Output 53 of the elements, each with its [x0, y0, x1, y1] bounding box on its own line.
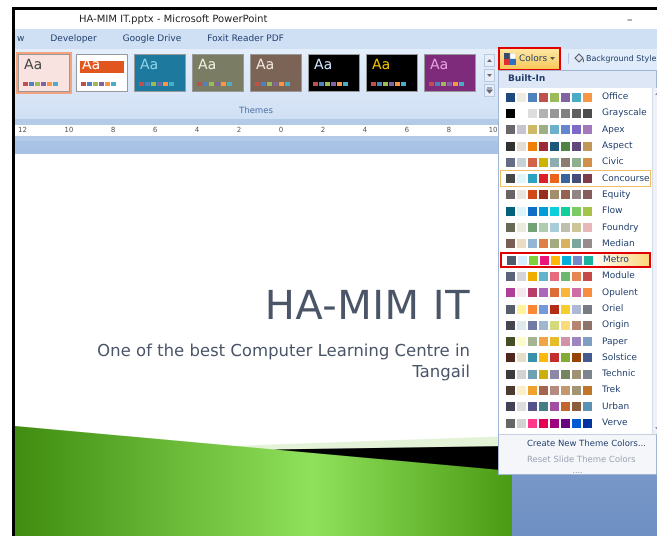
color-scheme-item[interactable]: Equity: [500, 186, 651, 204]
color-scheme-item[interactable]: Concourse: [500, 170, 651, 187]
theme-sample-text: Aa: [140, 57, 158, 75]
color-scheme-item[interactable]: Median: [500, 236, 651, 252]
theme-thumbnail[interactable]: Aa: [424, 54, 476, 92]
color-scheme-item[interactable]: Apex: [500, 122, 651, 138]
color-scheme-item[interactable]: Verve: [500, 414, 651, 432]
color-scheme-item[interactable]: Trek: [500, 382, 651, 399]
scroll-down-icon[interactable]: [484, 69, 495, 82]
color-scheme-item[interactable]: Technic: [500, 366, 651, 382]
color-scheme-item[interactable]: Urban: [500, 398, 651, 415]
theme-sample-text: Aa: [430, 57, 448, 75]
palette-icon: [504, 53, 516, 65]
color-scheme-item[interactable]: Metro: [500, 252, 651, 268]
menu-section-header: Built-In: [499, 71, 656, 88]
ribbon-tab[interactable]: Developer: [48, 33, 99, 45]
menu-item[interactable]: Create New Theme Colors...: [527, 439, 656, 449]
color-scheme-item[interactable]: Paper: [500, 333, 651, 350]
color-scheme-item[interactable]: Grayscale: [500, 105, 651, 122]
color-scheme-item[interactable]: Module: [500, 268, 651, 285]
theme-sample-text: Aa: [372, 57, 390, 75]
theme-sample-text: Aa: [198, 57, 216, 75]
background-styles-button[interactable]: Background Style: [568, 53, 656, 64]
theme-thumbnail[interactable]: Aa: [192, 54, 244, 92]
ribbon-tab[interactable]: Foxit Reader PDF: [205, 33, 286, 45]
theme-thumbnail[interactable]: Aa: [250, 54, 302, 92]
window-title: HA-MIM IT.pptx - Microsoft PowerPoint: [79, 14, 268, 25]
slide-subtitle: One of the best Computer Learning Centre in Tangail: [96, 340, 470, 383]
theme-sample-text: Aa: [24, 57, 42, 75]
theme-sample-text: Aa: [314, 57, 332, 75]
ribbon-tab[interactable]: Google Drive: [120, 33, 184, 45]
color-scheme-item[interactable]: Oriel: [500, 300, 651, 318]
colors-button[interactable]: Colors: [498, 47, 562, 71]
color-scheme-item[interactable]: Origin: [500, 317, 651, 334]
color-scheme-item[interactable]: Opulent: [500, 284, 651, 301]
minimize-button[interactable]: –: [627, 13, 657, 26]
slide-title: HA-MIM IT: [264, 284, 470, 328]
theme-thumbnail[interactable]: Aa: [366, 54, 418, 92]
theme-sample-text: Aa: [256, 57, 274, 75]
group-label: Themes: [239, 106, 273, 116]
ribbon-tab[interactable]: w: [15, 33, 26, 45]
color-scheme-item[interactable]: Civic: [500, 154, 651, 170]
theme-thumbnail[interactable]: Aa: [308, 54, 360, 92]
paint-bucket-icon: [573, 53, 585, 64]
color-scheme-item[interactable]: Foundry: [500, 219, 651, 236]
caret-icon: [550, 57, 556, 61]
color-scheme-item[interactable]: Flow: [500, 203, 651, 220]
scroll-up-icon[interactable]: [484, 54, 495, 67]
color-scheme-item[interactable]: Solstice: [500, 350, 651, 366]
theme-thumbnail[interactable]: Aa: [18, 54, 70, 92]
color-scheme-item[interactable]: Aspect: [500, 138, 651, 154]
more-icon[interactable]: [484, 84, 495, 97]
color-scheme-item[interactable]: Office: [500, 89, 651, 106]
